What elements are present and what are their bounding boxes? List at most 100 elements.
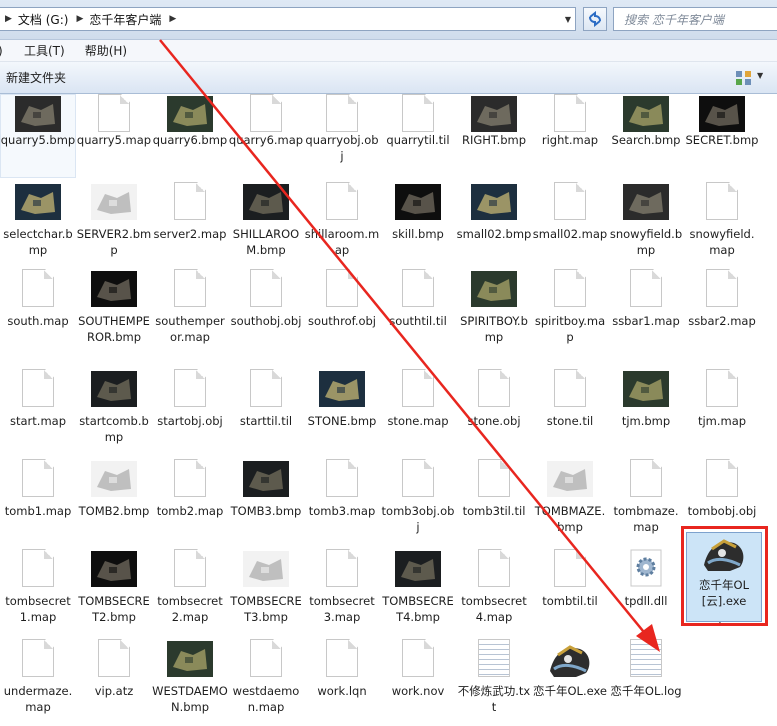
file-item[interactable]: start.map (0, 369, 76, 459)
file-item[interactable]: tomb3til.til (456, 459, 532, 549)
file-list: quarry5.bmp quarry5.map quarry6.bmp quarry6… (0, 94, 777, 726)
file-item[interactable]: TOMBSECRET3.bmp (228, 549, 304, 639)
file-item[interactable]: SECRET.bmp (684, 94, 760, 184)
file-item[interactable]: westdaemon.map (228, 639, 304, 726)
file-item[interactable]: SPIRITBOY.bmp (456, 269, 532, 359)
file-item[interactable]: tjm.map (684, 369, 760, 459)
chevron-right-icon[interactable]: ▶ (5, 14, 12, 24)
file-item[interactable]: tjm.bmp (608, 369, 684, 459)
file-item[interactable]: TOMB3.bmp (228, 459, 304, 549)
image-thumbnail (395, 184, 441, 223)
file-item[interactable]: shillaroom.map (304, 182, 380, 272)
file-item[interactable]: TOMBMAZE.bmp (532, 459, 608, 549)
file-item[interactable]: startobj.obj (152, 369, 228, 459)
file-icon (22, 639, 54, 677)
file-item[interactable]: WESTDAEMON.bmp (152, 639, 228, 726)
file-item[interactable]: south.map (0, 269, 76, 359)
file-item[interactable]: right.map (532, 94, 608, 184)
file-item[interactable]: 恋千年OL.exe (532, 639, 608, 726)
chevron-right-icon[interactable]: ▶ (76, 14, 83, 24)
menu-tools[interactable]: 工具(T) (24, 42, 65, 59)
file-icon (22, 459, 54, 497)
file-icon (402, 459, 434, 497)
address-bar[interactable]: ▶ 文档 (G:) ▶ 恋千年客户端 ▶ ▼ (0, 7, 576, 31)
file-item[interactable]: 不修炼武功.txt (456, 639, 532, 726)
file-item[interactable]: TOMB2.bmp (76, 459, 152, 549)
address-dropdown-icon[interactable]: ▼ (560, 8, 576, 30)
file-item[interactable]: snowyfield.map (684, 182, 760, 272)
file-item[interactable]: work.lqn (304, 639, 380, 726)
file-item[interactable]: small02.bmp (456, 182, 532, 272)
file-item[interactable]: tombmaze.map (608, 459, 684, 549)
file-item[interactable]: quarry5.map (76, 94, 152, 184)
file-name: tomb3.map (308, 504, 376, 518)
file-name: small02.map (532, 227, 608, 241)
file-item[interactable]: tombsecret2.map (152, 549, 228, 639)
file-item[interactable]: small02.map (532, 182, 608, 272)
file-item[interactable]: startcomb.bmp (76, 369, 152, 459)
refresh-button[interactable] (583, 7, 607, 31)
file-icon (402, 369, 434, 407)
file-item[interactable]: southobj.obj (228, 269, 304, 359)
file-item[interactable]: tomb1.map (0, 459, 76, 549)
menu-item-partial[interactable]: ) (0, 44, 4, 58)
breadcrumb-folder[interactable]: 恋千年客户端 (89, 11, 161, 28)
file-item[interactable]: tomb3obj.obj (380, 459, 456, 549)
file-item[interactable]: vip.atz (76, 639, 152, 726)
search-input[interactable]: 搜索 恋千年客户端 (613, 7, 777, 31)
file-name: work.lqn (317, 684, 367, 698)
file-item[interactable]: SOUTHEMPEROR.bmp (76, 269, 152, 359)
image-thumbnail (243, 551, 289, 590)
file-item[interactable]: tombsecret3.map (304, 549, 380, 639)
file-item[interactable]: starttil.til (228, 369, 304, 459)
menu-help[interactable]: 帮助(H) (85, 42, 127, 59)
file-item[interactable]: tombsecret4.map (456, 549, 532, 639)
file-item[interactable]: quarry6.bmp (152, 94, 228, 184)
file-item[interactable]: quarry5.bmp (0, 94, 76, 184)
file-item[interactable]: tpdll.dll (608, 549, 684, 639)
file-item[interactable]: tombtil.til (532, 549, 608, 639)
file-name: tombsecret2.map (157, 594, 223, 624)
file-item[interactable]: server2.map (152, 182, 228, 272)
file-item[interactable]: southtil.til (380, 269, 456, 359)
view-options-icon[interactable] (733, 69, 755, 87)
file-item[interactable]: tomb2.map (152, 459, 228, 549)
file-item[interactable]: spiritboy.map (532, 269, 608, 359)
chevron-right-icon[interactable]: ▶ (169, 14, 176, 24)
file-item[interactable]: southemperor.map (152, 269, 228, 359)
file-name: quarry5.map (76, 133, 152, 147)
file-item[interactable]: RIGHT.bmp (456, 94, 532, 184)
file-name: right.map (541, 133, 599, 147)
file-item[interactable]: stone.til (532, 369, 608, 459)
file-item[interactable]: quarry6.map (228, 94, 304, 184)
file-item[interactable]: southrof.obj (304, 269, 380, 359)
file-item[interactable]: work.nov (380, 639, 456, 726)
new-folder-button[interactable]: 新建文件夹 (6, 69, 66, 86)
file-item[interactable]: TOMBSECRET4.bmp (380, 549, 456, 639)
image-thumbnail (91, 371, 137, 410)
file-item[interactable]: SHILLAROOM.bmp (228, 182, 304, 272)
file-item[interactable]: SERVER2.bmp (76, 182, 152, 272)
file-icon (554, 182, 586, 220)
file-item[interactable]: stone.map (380, 369, 456, 459)
file-item[interactable]: ssbar2.map (684, 269, 760, 359)
menu-bar: ) 工具(T) 帮助(H) (0, 40, 777, 62)
file-item[interactable]: TOMBSECRET2.bmp (76, 549, 152, 639)
file-icon (554, 94, 586, 132)
view-dropdown-icon[interactable]: ▼ (757, 71, 763, 80)
file-item[interactable]: snowyfield.bmp (608, 182, 684, 272)
file-item[interactable]: stone.obj (456, 369, 532, 459)
file-item[interactable]: tombsecret1.map (0, 549, 76, 639)
file-item[interactable]: ssbar1.map (608, 269, 684, 359)
search-placeholder: 搜索 恋千年客户端 (624, 12, 724, 27)
file-item[interactable]: Search.bmp (608, 94, 684, 184)
file-item[interactable]: tomb3.map (304, 459, 380, 549)
file-item[interactable]: undermaze.map (0, 639, 76, 726)
file-item[interactable]: STONE.bmp (304, 369, 380, 459)
breadcrumb-drive[interactable]: 文档 (G:) (18, 11, 69, 28)
file-item[interactable]: quarrytil.til (380, 94, 456, 184)
file-item[interactable]: 恋千年OL.log (608, 639, 684, 726)
file-item[interactable]: selectchar.bmp (0, 182, 76, 272)
file-item[interactable]: skill.bmp (380, 182, 456, 272)
file-item[interactable]: quarryobj.obj (304, 94, 380, 184)
